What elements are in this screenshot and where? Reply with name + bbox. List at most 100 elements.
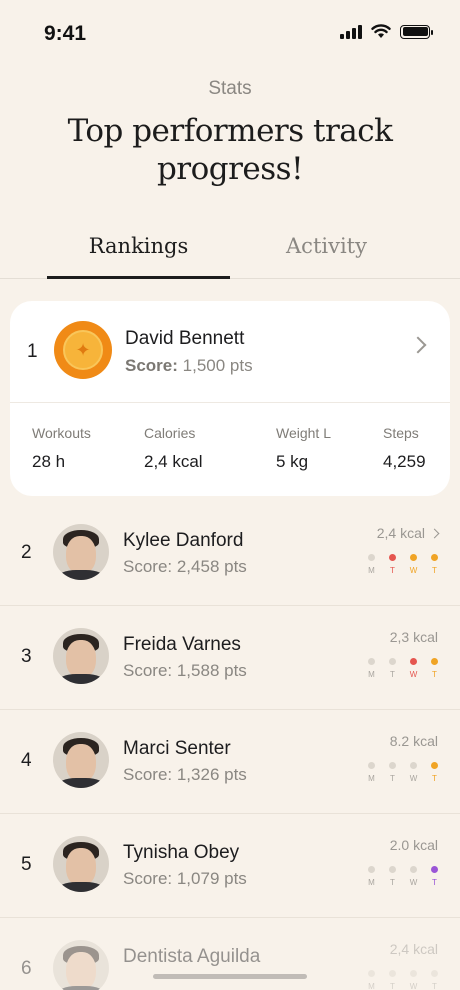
weekly-activity: M T W T: [368, 658, 438, 679]
day-indicator: M: [368, 658, 375, 679]
stat-workouts: Workouts 28 h: [32, 425, 91, 471]
calories-value: 2.0 kcal: [389, 837, 438, 853]
page-kicker: Stats: [208, 78, 252, 99]
performer-name: Kylee Danford: [123, 530, 244, 551]
day-indicator: T: [389, 970, 396, 990]
day-label: M: [368, 670, 375, 679]
avatar: [53, 628, 109, 684]
activity-dot: [389, 866, 396, 873]
day-label: T: [390, 774, 395, 783]
day-indicator: M: [368, 554, 375, 575]
calories-value: 2,3 kcal: [389, 629, 438, 645]
activity-dot: [410, 658, 417, 665]
weekly-activity: M T W T: [368, 554, 438, 575]
activity-dot: [431, 762, 438, 769]
status-bar: 9:41: [0, 0, 460, 64]
performer-name: Tynisha Obey: [123, 842, 240, 863]
activity-dot: [431, 658, 438, 665]
activity-dot: [410, 866, 417, 873]
stat-steps: Steps 4,259: [383, 425, 426, 471]
rank-number: 5: [21, 854, 32, 875]
day-label: W: [409, 982, 418, 990]
tab-rankings[interactable]: Rankings: [47, 234, 230, 258]
day-indicator: T: [431, 970, 438, 990]
activity-dot: [368, 554, 375, 561]
activity-dot: [368, 658, 375, 665]
rank-number: 4: [21, 750, 32, 771]
home-indicator: [153, 974, 307, 979]
weekly-activity: M T W T: [368, 762, 438, 783]
day-label: W: [409, 878, 418, 887]
activity-dot: [389, 762, 396, 769]
performer-score: Score: 1,500 pts: [125, 356, 253, 375]
day-indicator: W: [410, 554, 417, 575]
avatar: [53, 836, 109, 892]
day-label: T: [432, 774, 437, 783]
performer-name: Dentista Aguilda: [123, 946, 261, 967]
performer-name: Marci Senter: [123, 738, 231, 759]
page-title: Top performers track progress!: [67, 113, 393, 187]
performer-score: Score: 2,458 pts: [123, 557, 247, 576]
rank-number: 6: [21, 958, 32, 979]
chevron-right-icon[interactable]: [429, 528, 440, 539]
leaderboard-row[interactable]: 3 Freida Varnes Score: 1,588 pts 2,3 kca…: [0, 606, 460, 710]
day-label: T: [432, 566, 437, 575]
leaderboard-row[interactable]: 2 Kylee Danford Score: 2,458 pts 2,4 kca…: [0, 502, 460, 606]
cellular-signal-icon: [340, 24, 362, 39]
leaderboard-row[interactable]: 4 Marci Senter Score: 1,326 pts 8.2 kcal…: [0, 710, 460, 814]
activity-dot: [431, 970, 438, 977]
calories-value: 8.2 kcal: [389, 733, 438, 749]
calories-value: 2,4 kcal: [389, 941, 438, 957]
day-indicator: W: [410, 762, 417, 783]
battery-icon: [400, 24, 433, 39]
day-label: M: [368, 878, 375, 887]
activity-dot: [410, 554, 417, 561]
top-performer-card[interactable]: 1 ✦ David Bennett Score: 1,500 pts Worko…: [10, 301, 450, 496]
day-label: M: [368, 982, 375, 990]
rank-number: 3: [21, 646, 32, 667]
tab-activity[interactable]: Activity: [235, 234, 418, 258]
performer-score: Score: 1,326 pts: [123, 765, 247, 784]
tab-bar: Rankings Activity: [0, 226, 460, 279]
day-label: T: [390, 878, 395, 887]
day-label: W: [409, 774, 418, 783]
weekly-activity: M T W T: [368, 866, 438, 887]
day-indicator: T: [389, 762, 396, 783]
chevron-right-icon[interactable]: [409, 336, 427, 354]
activity-dot: [389, 658, 396, 665]
activity-dot: [368, 866, 375, 873]
status-icons: [340, 24, 433, 39]
activity-dot: [368, 762, 375, 769]
day-indicator: W: [410, 866, 417, 887]
day-label: T: [390, 566, 395, 575]
divider: [10, 402, 450, 403]
performer-name: Freida Varnes: [123, 634, 241, 655]
performer-score: Score: 1,588 pts: [123, 661, 247, 680]
performer-score: Score: 1,079 pts: [123, 869, 247, 888]
day-label: T: [432, 982, 437, 990]
leaderboard-row[interactable]: 6 Dentista Aguilda 2,4 kcal M T W T: [0, 918, 460, 990]
day-label: W: [409, 566, 418, 575]
day-label: T: [390, 670, 395, 679]
stat-calories: Calories 2,4 kcal: [144, 425, 203, 471]
avatar: [53, 940, 109, 990]
day-label: M: [368, 774, 375, 783]
day-indicator: T: [431, 658, 438, 679]
day-indicator: M: [368, 970, 375, 990]
day-indicator: W: [410, 970, 417, 990]
activity-dot: [410, 762, 417, 769]
activity-dot: [431, 554, 438, 561]
day-label: M: [368, 566, 375, 575]
weekly-activity: M T W T: [368, 970, 438, 990]
day-indicator: T: [431, 554, 438, 575]
rank-number: 1: [27, 341, 38, 362]
leaderboard-row[interactable]: 5 Tynisha Obey Score: 1,079 pts 2.0 kcal…: [0, 814, 460, 918]
day-label: T: [432, 670, 437, 679]
day-label: T: [390, 982, 395, 990]
status-time: 9:41: [44, 22, 87, 45]
day-indicator: T: [389, 554, 396, 575]
gold-medal-icon: ✦: [54, 321, 112, 379]
day-indicator: T: [431, 866, 438, 887]
activity-dot: [389, 554, 396, 561]
day-label: T: [432, 878, 437, 887]
